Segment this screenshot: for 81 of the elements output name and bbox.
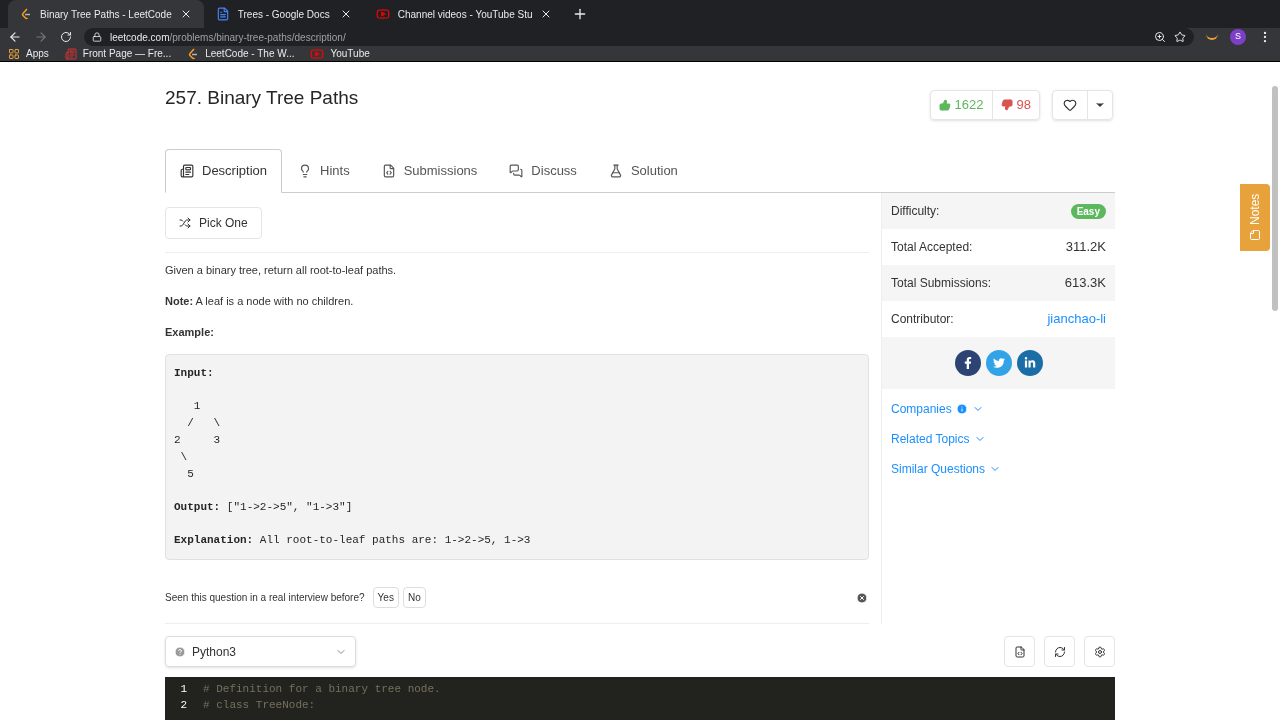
- lock-icon: [92, 32, 102, 42]
- reset-button[interactable]: [1044, 636, 1075, 667]
- back-icon[interactable]: [8, 30, 22, 44]
- stat-label: Total Submissions:: [891, 275, 992, 292]
- problem-title: 257. Binary Tree Paths: [165, 86, 359, 110]
- note-icon: [1249, 229, 1261, 242]
- list-icon: [180, 164, 194, 178]
- tree-line: 1: [192, 399, 202, 414]
- scrollbar-thumb[interactable]: [1272, 86, 1278, 311]
- browser-tab[interactable]: Channel videos - YouTube Stu: [363, 0, 565, 28]
- stat-value: 311.2K: [1065, 238, 1106, 257]
- help-icon: [174, 645, 186, 658]
- page-icon: [64, 47, 77, 60]
- no-button[interactable]: No: [402, 587, 426, 608]
- bookmark-star-icon[interactable]: [1174, 31, 1186, 43]
- chat-icon: [509, 164, 524, 178]
- language-select[interactable]: Python3: [165, 636, 356, 667]
- code-file-button[interactable]: [1004, 636, 1035, 667]
- browser-tab[interactable]: Binary Tree Paths - LeetCode: [8, 0, 204, 28]
- pick-one-button[interactable]: Pick One: [165, 207, 262, 239]
- code-line: # class TreeNode:: [203, 698, 316, 713]
- zoom-icon[interactable]: [1154, 31, 1166, 43]
- explanation-line: Explanation: All root-to-leaf paths are: 1->2->5, 1->3: [174, 533, 532, 548]
- stat-value: 613.3K: [1064, 274, 1106, 293]
- video-icon: [310, 46, 325, 61]
- stat-label: Total Accepted:: [891, 239, 973, 256]
- stat-label: Contributor:: [891, 311, 954, 328]
- dislike-button[interactable]: 98: [992, 91, 1039, 119]
- site-icon: [20, 8, 32, 20]
- difficulty-badge: Easy: [1070, 203, 1106, 219]
- site-icon: [187, 47, 200, 60]
- tree-line: 5: [186, 467, 195, 482]
- problem-tab[interactable]: Solution: [592, 150, 694, 192]
- bookmark[interactable]: Front Page — Fre...: [64, 46, 172, 61]
- heart-icon: [1063, 98, 1077, 112]
- document-icon: [215, 7, 230, 21]
- tab-title: Channel videos - YouTube Stu: [397, 7, 533, 22]
- shuffle-icon: [179, 217, 191, 229]
- tab-title: Binary Tree Paths - LeetCode: [40, 7, 172, 22]
- code-file-icon: [1013, 645, 1026, 658]
- tree-line: / \: [186, 416, 222, 431]
- video-icon: [375, 7, 390, 21]
- problem-tab[interactable]: Submissions: [365, 150, 494, 192]
- close-icon[interactable]: [856, 591, 868, 604]
- tree-line: \: [179, 450, 189, 465]
- thumbs-down-icon: [1000, 99, 1013, 111]
- settings-button[interactable]: [1084, 636, 1115, 667]
- output-line: Output: ["1->2->5", "1->3"]: [174, 500, 354, 515]
- code-file-icon: [381, 164, 396, 178]
- code-line: # Definition for a binary tree node.: [203, 682, 441, 697]
- bookmark[interactable]: YouTube: [310, 46, 370, 61]
- refresh-icon: [1053, 645, 1066, 658]
- thumbs-up-icon: [938, 99, 951, 111]
- forward-icon[interactable]: [34, 30, 48, 44]
- line-number: 1: [179, 682, 187, 697]
- profile-avatar[interactable]: S: [1230, 29, 1246, 45]
- bookmark[interactable]: LeetCode - The W...: [187, 46, 295, 61]
- yes-button[interactable]: Yes: [372, 587, 399, 608]
- interview-question: Seen this question in a real interview before?: [165, 591, 365, 605]
- facebook-icon[interactable]: [954, 350, 981, 376]
- url-text: leetcode.com/problems/binary-tree-paths/description/: [110, 30, 347, 45]
- settings-icon: [1093, 645, 1106, 658]
- reload-icon[interactable]: [60, 31, 72, 43]
- tree-line: 2 3: [174, 433, 222, 448]
- flask-icon: [608, 164, 623, 178]
- bookmark[interactable]: Apps: [8, 46, 49, 61]
- browser-tab[interactable]: Trees - Google Docs: [203, 0, 364, 28]
- tab-title: Trees - Google Docs: [237, 7, 331, 22]
- description-text: Given a binary tree, return all root-to-leaf paths.: [165, 263, 398, 277]
- problem-tab[interactable]: Hints: [282, 150, 366, 192]
- input-label: Input:: [174, 366, 215, 381]
- linkedin-icon[interactable]: [1016, 350, 1043, 376]
- code-editor[interactable]: 1 # Definition for a binary tree node. 2 # class TreeNode:: [165, 677, 1115, 720]
- problem-tab[interactable]: Description: [165, 149, 283, 193]
- apps-icon: [8, 47, 20, 60]
- line-number: 2: [179, 698, 187, 713]
- stat-label: Difficulty:: [891, 203, 940, 220]
- address-bar[interactable]: leetcode.com/problems/binary-tree-paths/description/: [84, 28, 1194, 46]
- example-heading: Example:: [165, 325, 215, 339]
- problem-tab[interactable]: Discuss: [493, 150, 593, 192]
- description-text: Note: A leaf is a node with no children.: [165, 294, 355, 308]
